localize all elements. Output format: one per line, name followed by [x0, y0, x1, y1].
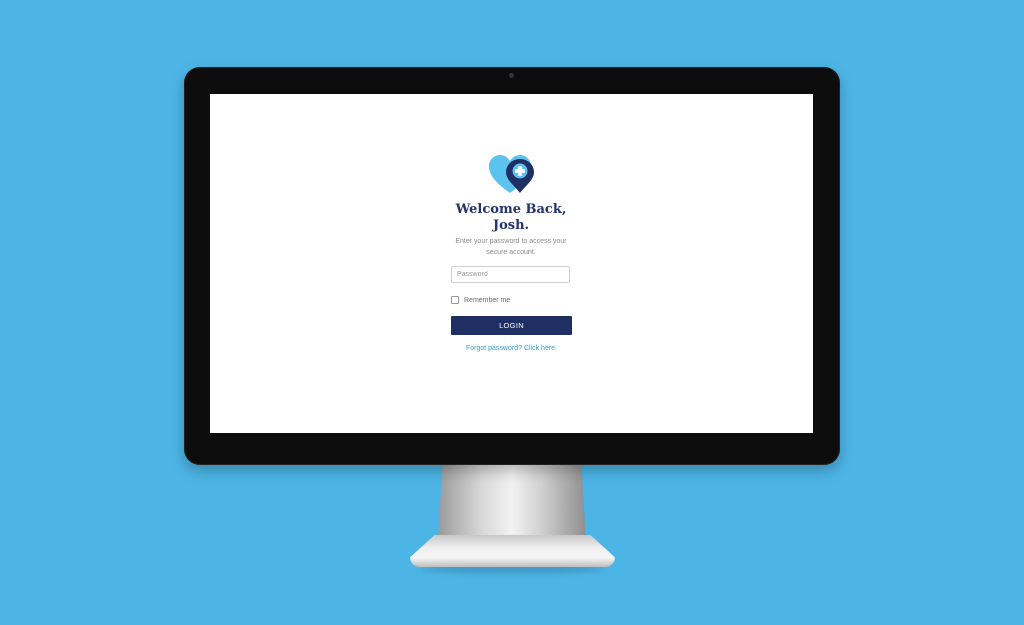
remember-me-checkbox[interactable]: [451, 296, 459, 304]
monitor-bezel: Welcome Back, Josh. Enter your password …: [184, 67, 840, 465]
login-button[interactable]: LOGIN: [451, 316, 572, 335]
monitor-screen: Welcome Back, Josh. Enter your password …: [210, 94, 813, 433]
subtitle: Enter your password to access your secur…: [431, 236, 591, 258]
title-line-2: Josh.: [492, 218, 530, 233]
password-input[interactable]: [451, 266, 570, 283]
login-form: Welcome Back, Josh. Enter your password …: [210, 94, 813, 433]
monitor-stand-neck: [438, 465, 586, 541]
subtitle-line-2: secure account.: [486, 249, 536, 256]
remember-me-label: Remember me: [464, 296, 511, 304]
title-line-1: Welcome Back,: [455, 202, 567, 217]
remember-me-row[interactable]: Remember me: [451, 295, 510, 305]
page-title: Welcome Back, Josh.: [411, 202, 611, 234]
subtitle-line-1: Enter your password to access your: [455, 238, 567, 245]
forgot-password-link[interactable]: Forgot password? Click here.: [441, 345, 582, 352]
webcam: [509, 73, 514, 78]
monitor-stand-base: [410, 535, 615, 567]
heart-medical-pin-logo-icon: [489, 155, 534, 193]
